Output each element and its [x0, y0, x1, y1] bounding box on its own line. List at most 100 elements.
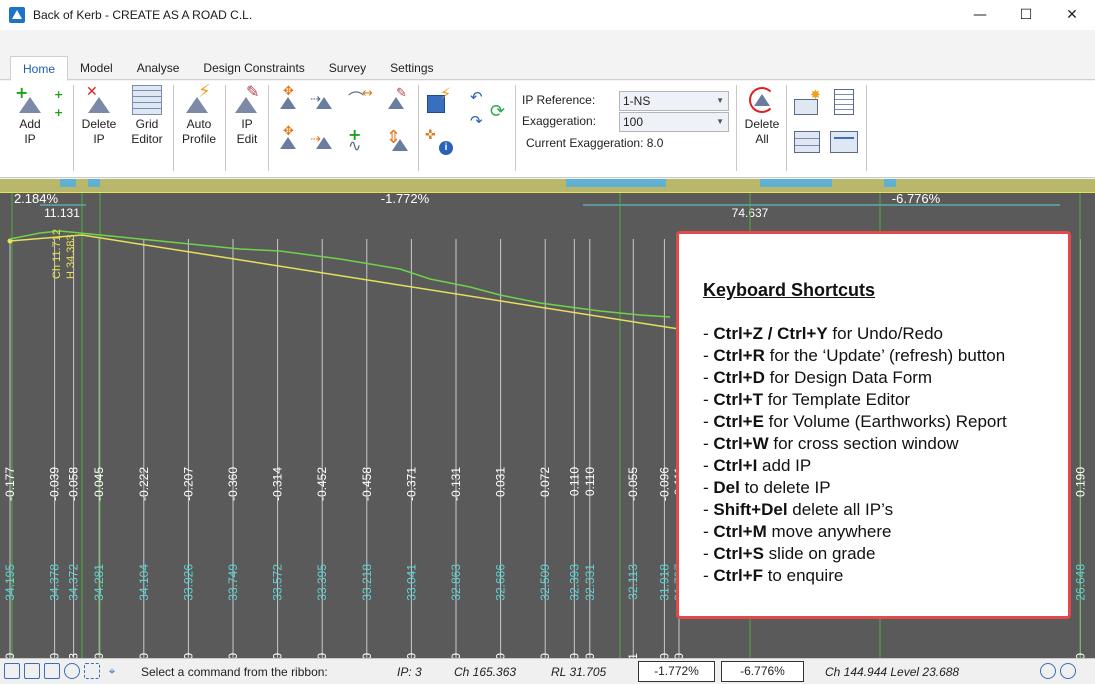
- ip-edit-label-2: Edit: [236, 132, 258, 146]
- difference-label: 0.110: [567, 467, 581, 496]
- shortcut-item: - Ctrl+W for cross section window: [703, 434, 959, 453]
- ip-height-label: H 34.383: [65, 234, 77, 279]
- window-controls: — ☐ ✕: [957, 0, 1095, 30]
- slide-ip-icon[interactable]: ⇢: [310, 87, 338, 115]
- difference-label: -0.045: [92, 467, 106, 501]
- shortcut-item: - Ctrl+T for Template Editor: [703, 390, 911, 409]
- grid-editor-label-2: Editor: [131, 132, 163, 146]
- maximize-button[interactable]: ☐: [1003, 0, 1049, 30]
- level-label: 34.372: [67, 564, 81, 601]
- report-icon[interactable]: [830, 89, 858, 117]
- ip-reference-select[interactable]: 1-NS ▼: [619, 91, 729, 111]
- keyboard-shortcuts-panel: Keyboard Shortcuts - Ctrl+Z / Ctrl+Y for…: [676, 231, 1071, 619]
- auto-profile-button[interactable]: ⚡ Auto Profile: [179, 83, 219, 147]
- view-icon[interactable]: [4, 663, 20, 679]
- refresh-icon[interactable]: ⟳: [490, 103, 512, 133]
- level-label: 33.926: [181, 564, 195, 601]
- cross-section-icon[interactable]: [794, 127, 822, 155]
- exaggeration-value: 100: [623, 115, 644, 129]
- shortcut-keys: Ctrl+D: [713, 368, 765, 387]
- insert-on-curve-icon[interactable]: + ∿: [346, 127, 374, 155]
- shortcut-keys: Shift+Del: [713, 500, 788, 519]
- delete-all-icon: [747, 85, 777, 115]
- zoom-out-icon[interactable]: [1060, 663, 1076, 679]
- shortcut-desc: delete all IP’s: [787, 500, 894, 519]
- difference-label: -0.222: [137, 467, 151, 501]
- ip-reference-value: 1-NS: [623, 94, 651, 108]
- level-adjust-icon[interactable]: ⇕: [382, 127, 410, 155]
- difference-label: -0.458: [360, 467, 374, 501]
- save-icon[interactable]: [44, 663, 60, 679]
- tab-analyse[interactable]: Analyse: [125, 56, 192, 80]
- cube-lightning-icon[interactable]: ⚡: [425, 86, 453, 115]
- add-ip-button[interactable]: + Add IP: [12, 85, 48, 147]
- enquire-info-icon[interactable]: ✜ i: [425, 127, 453, 155]
- band-marker: [760, 179, 832, 187]
- grid-toggle-icon[interactable]: [84, 663, 100, 679]
- shortcut-item: - Ctrl+D for Design Data Form: [703, 368, 933, 387]
- redo-icon[interactable]: ↷: [470, 114, 486, 143]
- exaggeration-select[interactable]: 100 ▼: [619, 112, 729, 132]
- shortcut-item: - Ctrl+R for the ‘Update’ (refresh) butt…: [703, 346, 1006, 365]
- move-ip-2-icon[interactable]: ✥: [274, 125, 302, 155]
- shortcut-desc: for cross section window: [768, 434, 959, 453]
- status-cursor: Ch 144.944 Level 23.688: [825, 665, 960, 679]
- shortcut-desc: add IP: [757, 456, 812, 475]
- grid-editor-button[interactable]: Grid Editor: [128, 85, 166, 147]
- difference-label: -0.096: [657, 467, 671, 501]
- ip-edit-button[interactable]: ✎ IP Edit: [230, 84, 264, 147]
- tab-settings[interactable]: Settings: [378, 56, 445, 80]
- shortcut-desc: for the ‘Update’ (refresh) button: [764, 346, 1006, 365]
- auto-profile-label: Auto: [186, 117, 212, 131]
- status-message: Select a command from the ribbon:: [141, 665, 328, 679]
- current-exaggeration: Current Exaggeration: 8.0: [526, 136, 664, 150]
- shortcut-item: - Ctrl+F to enquire: [703, 566, 844, 585]
- shortcut-keys: Ctrl+W: [713, 434, 769, 453]
- level-label: 32.113: [626, 564, 640, 600]
- pencil-icon: ✎: [232, 84, 262, 115]
- level-label: 34.281: [92, 564, 106, 601]
- level-label: 32.331: [583, 564, 597, 601]
- shortcut-keys: Ctrl+E: [713, 412, 764, 431]
- cross-section-window-icon[interactable]: [830, 127, 858, 155]
- shortcut-desc: slide on grade: [763, 544, 876, 563]
- level-label: 33.395: [315, 564, 329, 601]
- tab-home[interactable]: Home: [10, 56, 69, 81]
- tab-model[interactable]: Model: [68, 56, 125, 80]
- title-bar: Back of Kerb - CREATE AS A ROAD C.L. — ☐…: [0, 0, 1095, 30]
- shortcut-desc: move anywhere: [766, 522, 892, 541]
- grade-label: -6.776%: [892, 191, 941, 206]
- shortcut-desc: for Template Editor: [762, 390, 911, 409]
- window-icon[interactable]: [24, 663, 40, 679]
- zoom-in-icon[interactable]: [1040, 663, 1056, 679]
- difference-label: -0.058: [67, 467, 81, 501]
- grid-editor-label: Grid: [135, 117, 159, 131]
- band-marker: [566, 179, 666, 187]
- grade-label: -1.772%: [381, 191, 430, 206]
- ip-level-label: 11.131: [44, 206, 80, 220]
- shortcut-item: - Ctrl+S slide on grade: [703, 544, 876, 563]
- shortcut-item: - Del to delete IP: [703, 478, 831, 497]
- move-ip-icon[interactable]: ✥: [274, 85, 302, 115]
- template-icon[interactable]: ✸: [794, 89, 822, 117]
- surface-line: [9, 230, 671, 318]
- delete-all-button[interactable]: Delete All: [742, 85, 782, 147]
- shortcut-keys: Ctrl+T: [713, 390, 763, 409]
- level-label: 33.572: [271, 564, 285, 601]
- delete-ip-icon: ✕: [84, 85, 114, 115]
- shortcut-item: - Ctrl+Z / Ctrl+Y for Undo/Redo: [703, 324, 943, 343]
- ribbon-tabs: Home Model Analyse Design Constraints Su…: [0, 56, 1095, 81]
- edit-grade-icon[interactable]: ✎: [382, 87, 410, 115]
- level-label: 26.648: [1073, 564, 1087, 601]
- shortcut-keys: Ctrl+S: [713, 544, 764, 563]
- minimize-button[interactable]: —: [957, 0, 1003, 30]
- band-marker: [88, 179, 100, 187]
- tab-design-constraints[interactable]: Design Constraints: [191, 56, 316, 80]
- slide-ip-2-icon[interactable]: ⇢: [310, 127, 338, 155]
- close-button[interactable]: ✕: [1049, 0, 1095, 30]
- crosshair-icon[interactable]: ⌖: [104, 663, 120, 679]
- no-entry-icon[interactable]: [64, 663, 80, 679]
- vertical-curve-icon[interactable]: ⌒ ↔: [346, 87, 374, 115]
- tab-survey[interactable]: Survey: [317, 56, 378, 80]
- delete-ip-button[interactable]: ✕ Delete IP: [80, 85, 118, 147]
